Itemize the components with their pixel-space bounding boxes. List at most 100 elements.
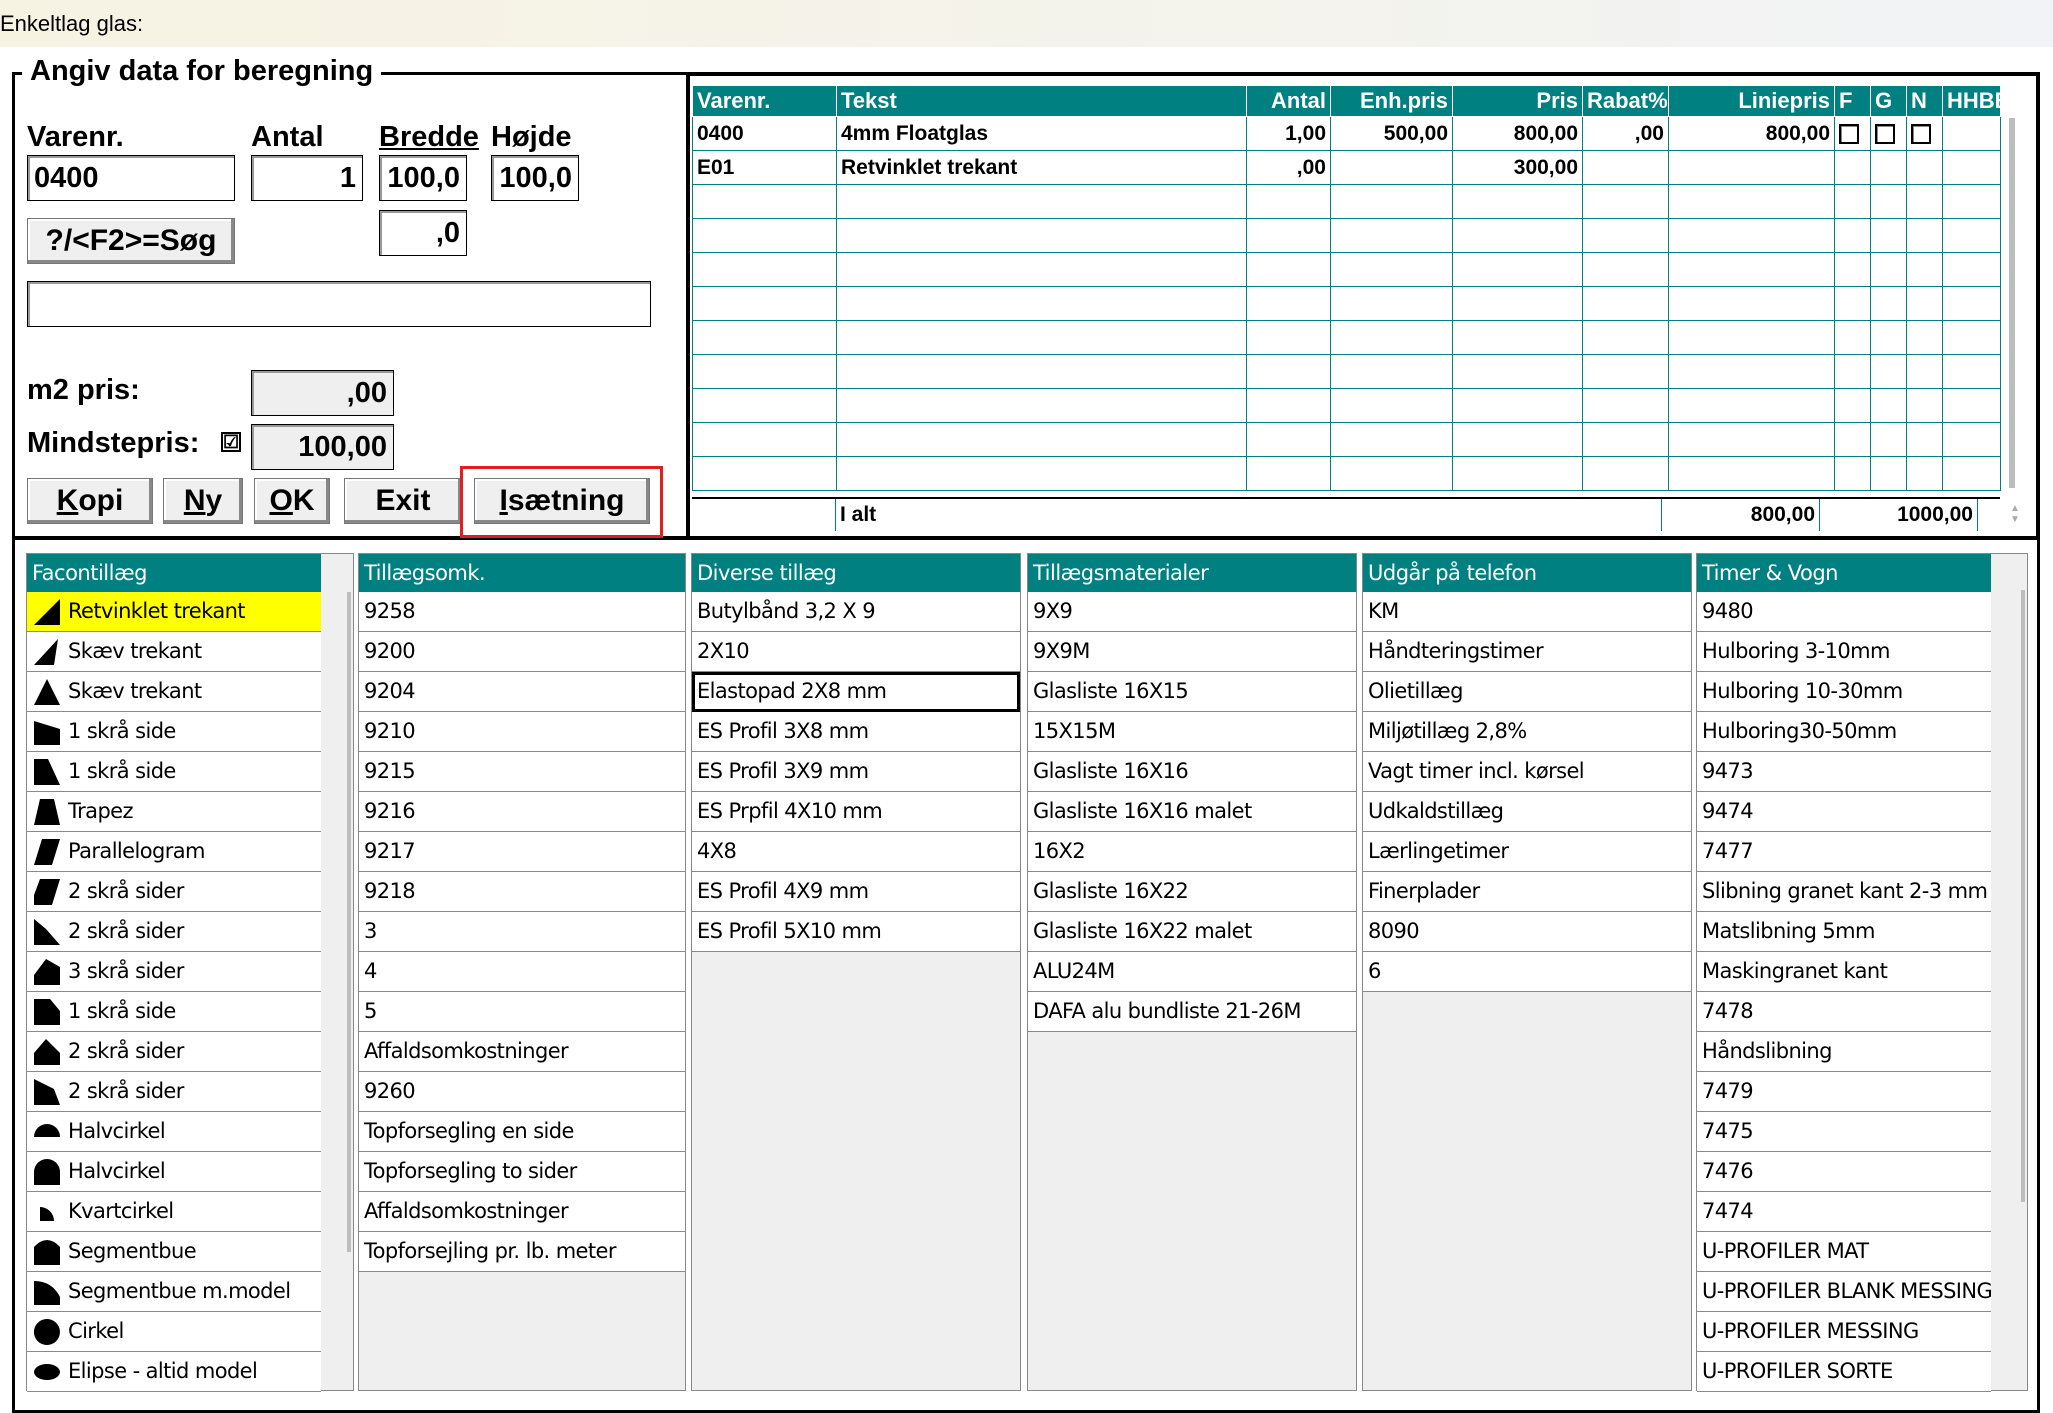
grid-cell-f[interactable] [1834, 184, 1871, 219]
grid-cell-f[interactable] [1834, 320, 1871, 355]
list-facontillaeg[interactable]: Facontillæg Retvinklet trekant Skæv trekan… [26, 553, 354, 1392]
grid-cell-pris[interactable] [1452, 286, 1583, 321]
list-item[interactable]: 9217 [359, 832, 685, 872]
list-item[interactable]: Hulboring30-50mm [1697, 712, 1991, 752]
grid-cell-rabat[interactable] [1582, 422, 1669, 457]
list-item[interactable]: Retvinklet trekant [27, 592, 321, 632]
grid-cell-tekst[interactable] [836, 252, 1247, 287]
grid-cell-enhpris[interactable] [1330, 422, 1453, 457]
grid-cell-hhbb[interactable] [1942, 218, 2001, 253]
grid-header-f[interactable]: F [1834, 85, 1871, 117]
grid-cell-hhbb[interactable] [1942, 150, 2001, 185]
grid-header-n[interactable]: N [1906, 85, 1943, 117]
grid-cell-rabat[interactable]: ,00 [1582, 116, 1669, 151]
grid-cell-liniepris[interactable] [1668, 422, 1835, 457]
grid-cell-rabat[interactable] [1582, 150, 1669, 185]
grid-cell-enhpris[interactable] [1330, 252, 1453, 287]
list-item[interactable]: 9200 [359, 632, 685, 672]
grid-cell-antal[interactable]: ,00 [1246, 150, 1331, 185]
grid-cell-varenr[interactable] [692, 422, 837, 457]
order-lines-table[interactable]: Varenr. Tekst Antal Enh.pris Pris Rabat% Linie… [692, 85, 2001, 491]
list-item[interactable]: U-PROFILER MESSING [1697, 1312, 1991, 1352]
grid-cell-hhbb[interactable] [1942, 354, 2001, 389]
grid-cell-pris[interactable] [1452, 388, 1583, 423]
list-item[interactable]: ALU24M [1028, 952, 1356, 992]
grid-cell-liniepris[interactable] [1668, 320, 1835, 355]
grid-cell-n[interactable] [1906, 184, 1943, 219]
grid-cell-liniepris[interactable] [1668, 252, 1835, 287]
grid-scrollbar[interactable] [2009, 118, 2015, 488]
list-item[interactable]: Maskingranet kant [1697, 952, 1991, 992]
list-tillaegsmaterialer[interactable]: Tillægsmaterialer 9X9 9X9M Glasliste 16X15 1… [1027, 553, 1357, 1391]
list-item[interactable]: 9473 [1697, 752, 1991, 792]
ok-button[interactable]: OK [254, 478, 330, 524]
grid-cell-n[interactable] [1906, 150, 1943, 185]
grid-cell-varenr[interactable]: E01 [692, 150, 837, 185]
list-item[interactable]: Topforsegling to sider [359, 1152, 685, 1192]
grid-cell-g[interactable] [1870, 388, 1907, 423]
grid-cell-varenr[interactable]: 0400 [692, 116, 837, 151]
list-item[interactable]: 1 skrå side [27, 752, 321, 792]
grid-cell-antal[interactable]: 1,00 [1246, 116, 1331, 151]
grid-cell-hhbb[interactable] [1942, 388, 2001, 423]
grid-header-varenr[interactable]: Varenr. [692, 85, 837, 117]
list-item[interactable]: 9260 [359, 1072, 685, 1112]
grid-cell-pris[interactable] [1452, 354, 1583, 389]
bredde-input[interactable]: 100,0 [379, 155, 467, 201]
list-scrollbar[interactable] [2021, 590, 2025, 1202]
grid-checkbox-g[interactable] [1875, 123, 1895, 144]
list-item[interactable]: U-PROFILER BLANK MESSING [1697, 1272, 1991, 1312]
grid-cell-varenr[interactable] [692, 218, 837, 253]
kopi-button[interactable]: Kopi [27, 478, 153, 524]
list-item[interactable]: 2 skrå sider [27, 1032, 321, 1072]
grid-cell-liniepris[interactable] [1668, 150, 1835, 185]
list-item[interactable]: 1 skrå side [27, 992, 321, 1032]
search-button[interactable]: ?/<F2>=Søg [27, 218, 235, 264]
grid-cell-n[interactable] [1906, 116, 1943, 151]
list-udgaar-paa-telefon[interactable]: Udgår på telefon KM Håndteringstimer Olieti… [1362, 553, 1692, 1391]
list-item[interactable]: 2 skrå sider [27, 912, 321, 952]
list-item[interactable]: 3 skrå sider [27, 952, 321, 992]
list-item[interactable]: Håndteringstimer [1363, 632, 1691, 672]
grid-cell-tekst[interactable] [836, 354, 1247, 389]
grid-cell-tekst[interactable] [836, 388, 1247, 423]
grid-cell-tekst[interactable] [836, 218, 1247, 253]
grid-cell-n[interactable] [1906, 286, 1943, 321]
grid-cell-n[interactable] [1906, 218, 1943, 253]
grid-row[interactable] [692, 286, 2001, 321]
list-item[interactable]: 7474 [1697, 1192, 1991, 1232]
list-item[interactable]: 4X8 [692, 832, 1020, 872]
grid-header-hhbb[interactable]: HHBB [1942, 85, 2001, 117]
grid-cell-liniepris[interactable]: 800,00 [1668, 116, 1835, 151]
grid-cell-f[interactable] [1834, 252, 1871, 287]
grid-header-antal[interactable]: Antal [1246, 85, 1331, 117]
grid-cell-pris[interactable] [1452, 320, 1583, 355]
list-item[interactable]: 7478 [1697, 992, 1991, 1032]
grid-row[interactable] [692, 354, 2001, 389]
grid-cell-tekst[interactable]: Retvinklet trekant [836, 150, 1247, 185]
varenr-input[interactable]: 0400 [27, 155, 235, 201]
list-item[interactable]: Segmentbue m.model [27, 1272, 321, 1312]
ny-button[interactable]: Ny [163, 478, 243, 524]
grid-cell-rabat[interactable] [1582, 252, 1669, 287]
list-item[interactable]: DAFA alu bundliste 21-26M [1028, 992, 1356, 1032]
list-item[interactable]: 9474 [1697, 792, 1991, 832]
list-item[interactable]: Glasliste 16X22 [1028, 872, 1356, 912]
grid-header-g[interactable]: G [1870, 85, 1907, 117]
list-item[interactable]: Lærlingetimer [1363, 832, 1691, 872]
list-item[interactable]: Affaldsomkostninger [359, 1032, 685, 1072]
list-item[interactable]: ES Profil 3X9 mm [692, 752, 1020, 792]
list-item[interactable]: 4 [359, 952, 685, 992]
grid-cell-tekst[interactable] [836, 456, 1247, 491]
list-item[interactable]: Olietillæg [1363, 672, 1691, 712]
grid-checkbox-n[interactable] [1911, 123, 1931, 144]
list-item[interactable]: Finerplader [1363, 872, 1691, 912]
grid-row[interactable]: E01 Retvinklet trekant ,00 300,00 [692, 150, 2001, 185]
grid-cell-liniepris[interactable] [1668, 286, 1835, 321]
grid-cell-rabat[interactable] [1582, 456, 1669, 491]
grid-cell-hhbb[interactable] [1942, 456, 2001, 491]
grid-cell-hhbb[interactable] [1942, 422, 2001, 457]
list-item[interactable]: 9480 [1697, 592, 1991, 632]
list-item[interactable]: Affaldsomkostninger [359, 1192, 685, 1232]
grid-cell-pris[interactable] [1452, 252, 1583, 287]
